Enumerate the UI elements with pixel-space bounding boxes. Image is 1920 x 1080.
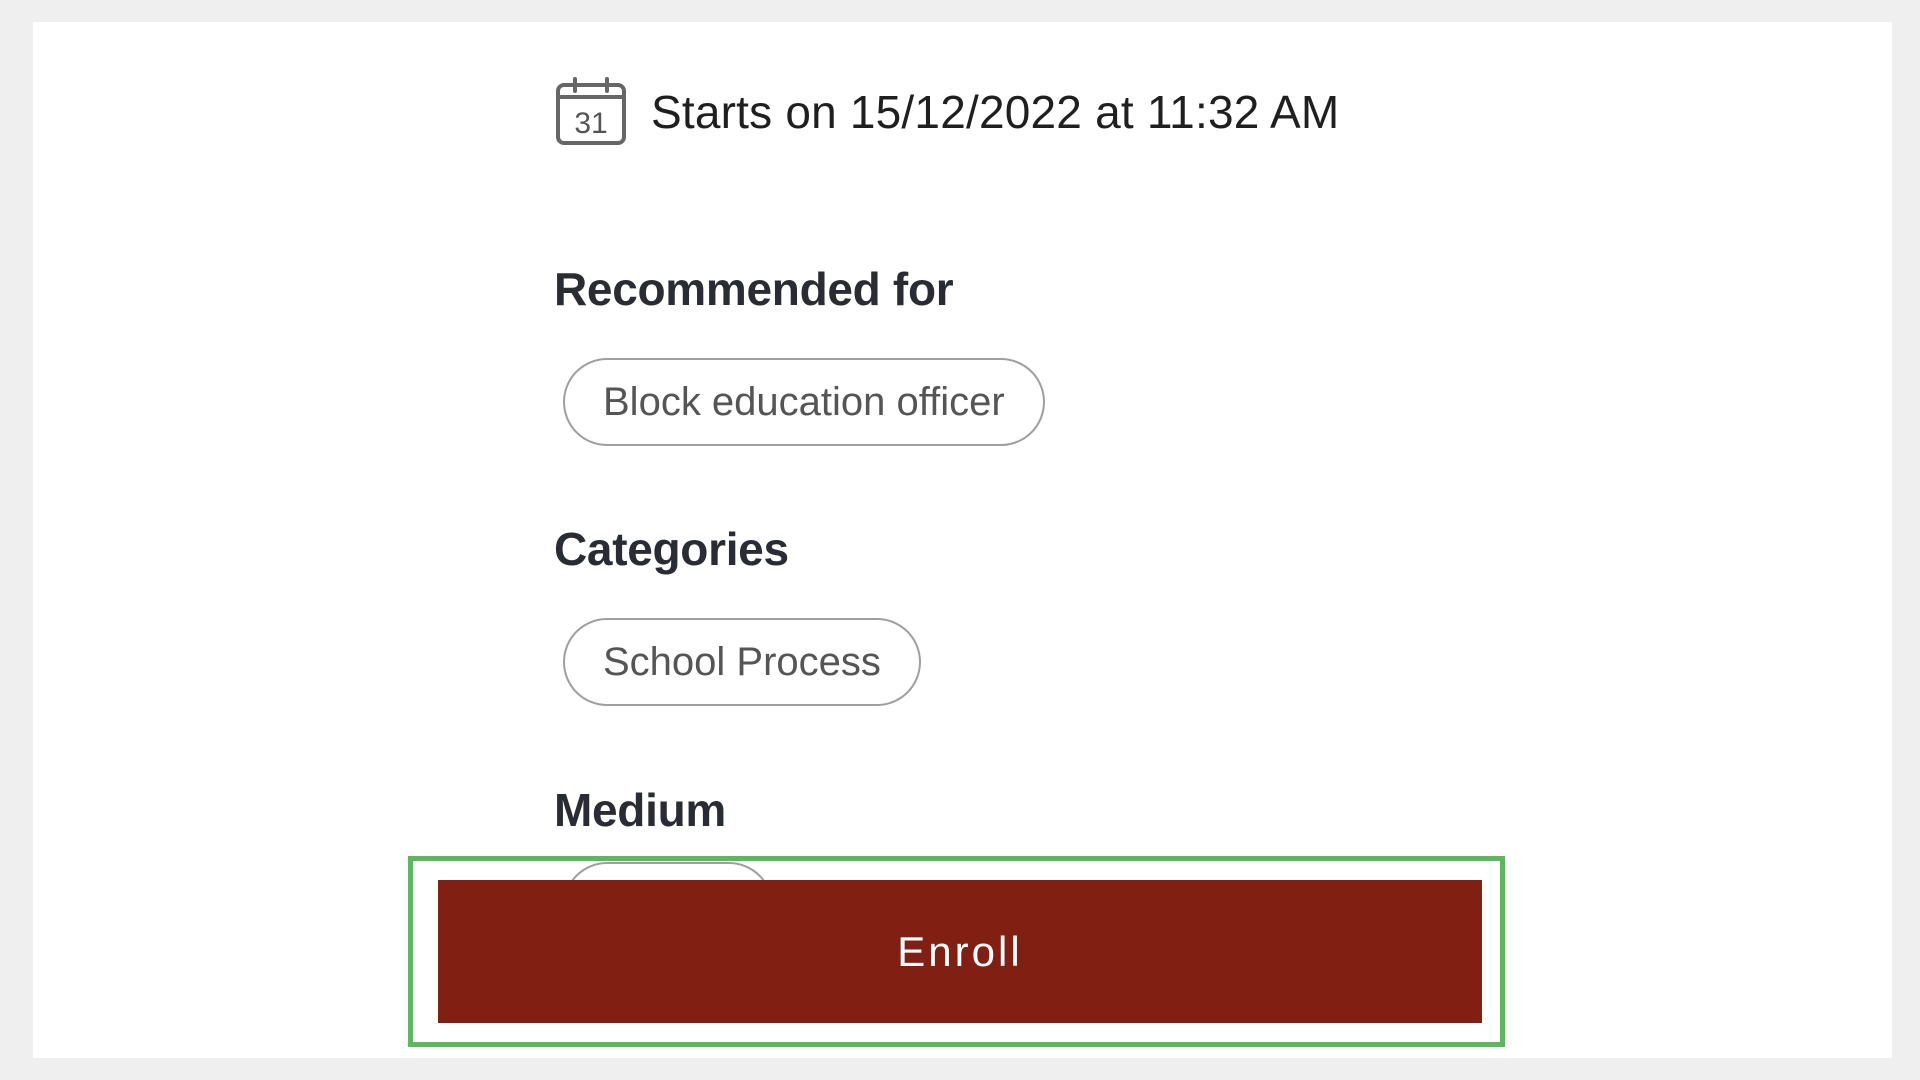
start-date-text: Starts on 15/12/2022 at 11:32 AM [651,86,1340,138]
recommended-for-heading: Recommended for [554,263,954,315]
course-details-page: 31 Starts on 15/12/2022 at 11:32 AM Reco… [33,22,1892,1058]
calendar-icon: 31 [556,77,626,145]
categories-heading: Categories [554,523,789,575]
category-chip-school-process: School Process [563,618,921,706]
medium-heading: Medium [554,784,726,836]
enroll-button[interactable]: Enroll [438,880,1482,1023]
start-date-row: 31 Starts on 15/12/2022 at 11:32 AM [555,77,1339,147]
recommended-chip-block-education-officer: Block education officer [563,358,1045,446]
calendar-icon-day: 31 [574,107,607,140]
